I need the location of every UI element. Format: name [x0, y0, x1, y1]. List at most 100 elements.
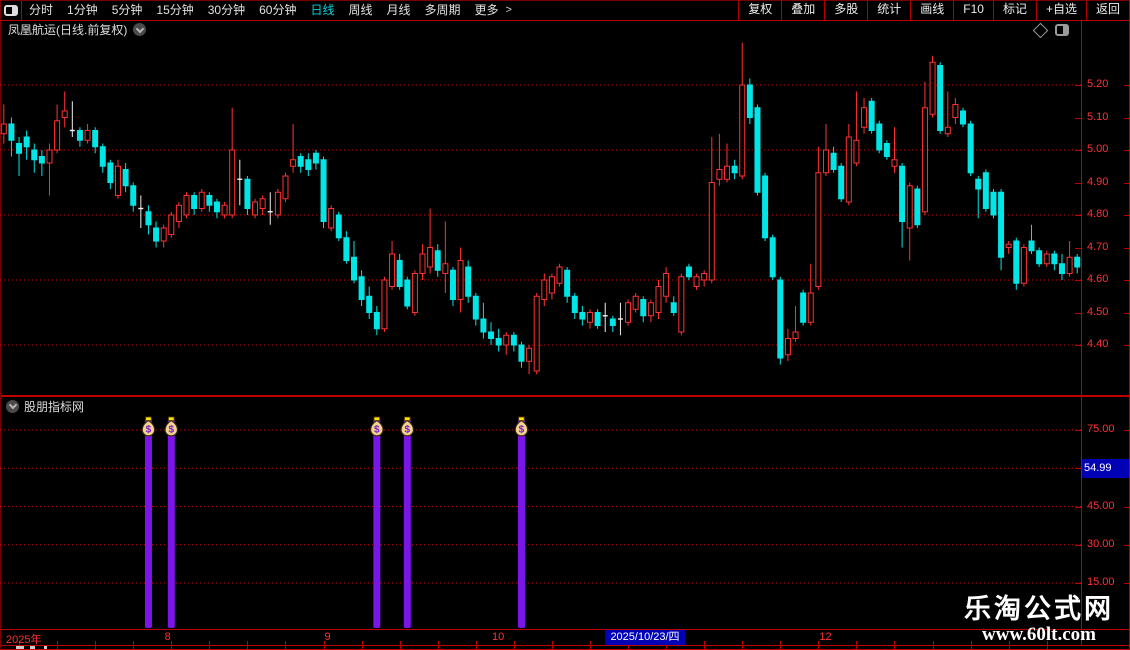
menu-action-2[interactable]: 多股 — [825, 0, 869, 20]
price-label-8: 4.40 — [1087, 338, 1109, 350]
menu-action-7[interactable]: +自选 — [1037, 0, 1087, 20]
candle-113 — [861, 98, 868, 134]
indicator-current-value: 54.99 — [1082, 459, 1129, 478]
candle-102 — [777, 276, 784, 365]
candle-43 — [328, 205, 335, 232]
indicator-label-3: 15.00 — [1087, 576, 1115, 588]
candle-39 — [297, 153, 304, 173]
candle-36 — [274, 189, 281, 219]
menu-action-8[interactable]: 返回 — [1087, 0, 1129, 20]
candle-21 — [160, 224, 167, 248]
menu-period-9[interactable]: 多周期 — [418, 0, 468, 20]
candle-99 — [754, 104, 761, 196]
candle-74 — [564, 267, 571, 303]
signal-bar-3: $ — [400, 416, 415, 628]
menu-action-3[interactable]: 统计 — [868, 0, 912, 20]
candle-14 — [107, 159, 114, 189]
candle-55 — [419, 244, 426, 280]
candle-23 — [175, 202, 182, 228]
menu-action-6[interactable]: 标记 — [994, 0, 1037, 20]
candle-122 — [929, 55, 936, 118]
diamond-marker-icon[interactable] — [1032, 22, 1049, 38]
candle-19 — [145, 205, 152, 235]
menu-period-7[interactable]: 周线 — [341, 0, 379, 20]
signal-bar-2: $ — [370, 416, 384, 628]
candle-95 — [724, 143, 731, 183]
candle-83 — [632, 293, 639, 313]
money-bag-icon: $ — [164, 416, 179, 437]
indicator-header: 股朋指标网 — [6, 399, 84, 414]
candle-92 — [701, 270, 708, 287]
menu-period-2[interactable]: 5分钟 — [105, 0, 150, 20]
candle-104 — [792, 306, 799, 342]
menu-period-8[interactable]: 月线 — [380, 0, 418, 20]
candle-46 — [350, 241, 357, 284]
candle-125 — [952, 98, 959, 124]
indicator-label-1: 45.00 — [1087, 499, 1115, 512]
menu-period-4[interactable]: 30分钟 — [201, 0, 252, 20]
candle-98 — [746, 78, 753, 124]
candle-79 — [602, 302, 608, 332]
candle-81 — [617, 302, 623, 336]
tdx-window: 分时 1分钟 5分钟 15分钟 30分钟 60分钟 日线 周线 月线 多周期 更多 > 复权 叠加 多股统… — [0, 0, 1130, 650]
candle-66 — [503, 332, 510, 355]
candle-120 — [914, 185, 921, 228]
candle-131 — [998, 189, 1005, 271]
candle-71 — [541, 273, 548, 306]
menu-period-1[interactable]: 1分钟 — [60, 0, 105, 20]
candlestick-pane[interactable] — [0, 20, 1081, 395]
collapse-indicator-pane-icon[interactable] — [6, 399, 19, 413]
candle-105 — [800, 289, 807, 326]
candle-53 — [404, 276, 411, 310]
candle-5 — [38, 150, 45, 176]
candle-56 — [427, 208, 434, 274]
candle-25 — [191, 192, 198, 215]
menu-action-4[interactable]: 画线 — [911, 0, 955, 20]
candle-52 — [396, 254, 403, 290]
collapse-main-pane-icon[interactable] — [133, 23, 147, 36]
month-label-2: 10 — [492, 631, 505, 643]
action-menu: 复权 叠加 多股 统计 画线 F10 标记 +自选 返回 — [738, 0, 1129, 20]
money-bag-icon: $ — [514, 416, 529, 437]
money-bag-icon: $ — [370, 416, 384, 437]
more-arrow-icon[interactable]: > — [506, 4, 512, 16]
candle-118 — [899, 163, 906, 248]
watermark-url: www.60lt.com — [982, 624, 1096, 645]
candle-6 — [46, 143, 53, 196]
candle-2 — [16, 137, 23, 176]
menu-period-5[interactable]: 60分钟 — [252, 0, 303, 20]
candle-91 — [693, 273, 700, 290]
indicator-pane[interactable]: $ $ $ $ $ — [0, 397, 1081, 630]
signal-bar-0: $ — [141, 416, 156, 628]
candle-49 — [373, 306, 380, 336]
price-label-2: 5.00 — [1087, 143, 1109, 155]
svg-text:$: $ — [404, 425, 410, 436]
signal-bar-4: $ — [514, 416, 529, 628]
candle-16 — [122, 163, 129, 193]
menu-action-0[interactable]: 复权 — [739, 0, 783, 20]
menu-period-6[interactable]: 日线 — [303, 0, 341, 20]
candle-75 — [571, 293, 578, 319]
menu-period-3[interactable]: 15分钟 — [149, 0, 200, 20]
candle-100 — [762, 172, 769, 241]
split-pane-icon[interactable] — [1055, 24, 1069, 36]
candle-126 — [960, 107, 967, 128]
candle-31 — [237, 159, 243, 206]
candle-22 — [168, 211, 175, 238]
menu-action-1[interactable]: 叠加 — [782, 0, 826, 20]
candle-60 — [457, 247, 464, 313]
candle-116 — [883, 140, 890, 160]
border-axis-bottom — [0, 645, 1130, 646]
sidebar-toggle-icon[interactable] — [0, 0, 22, 20]
watermark: 乐淘公式网 www.60lt.com — [964, 594, 1114, 646]
menu-period-0[interactable]: 分时 — [22, 0, 60, 20]
menu-action-5[interactable]: F10 — [954, 0, 994, 20]
candle-29 — [221, 202, 228, 219]
candle-13 — [99, 143, 106, 173]
chart-title: 凤凰航运(日线.前复权) — [8, 23, 128, 37]
menu-period-10[interactable]: 更多 — [468, 0, 506, 20]
candle-64 — [488, 322, 495, 345]
candle-34 — [259, 195, 266, 215]
candle-68 — [518, 341, 525, 368]
top-menubar: 分时 1分钟 5分钟 15分钟 30分钟 60分钟 日线 周线 月线 多周期 更多 > 复权 叠加 多股统… — [0, 0, 1130, 20]
